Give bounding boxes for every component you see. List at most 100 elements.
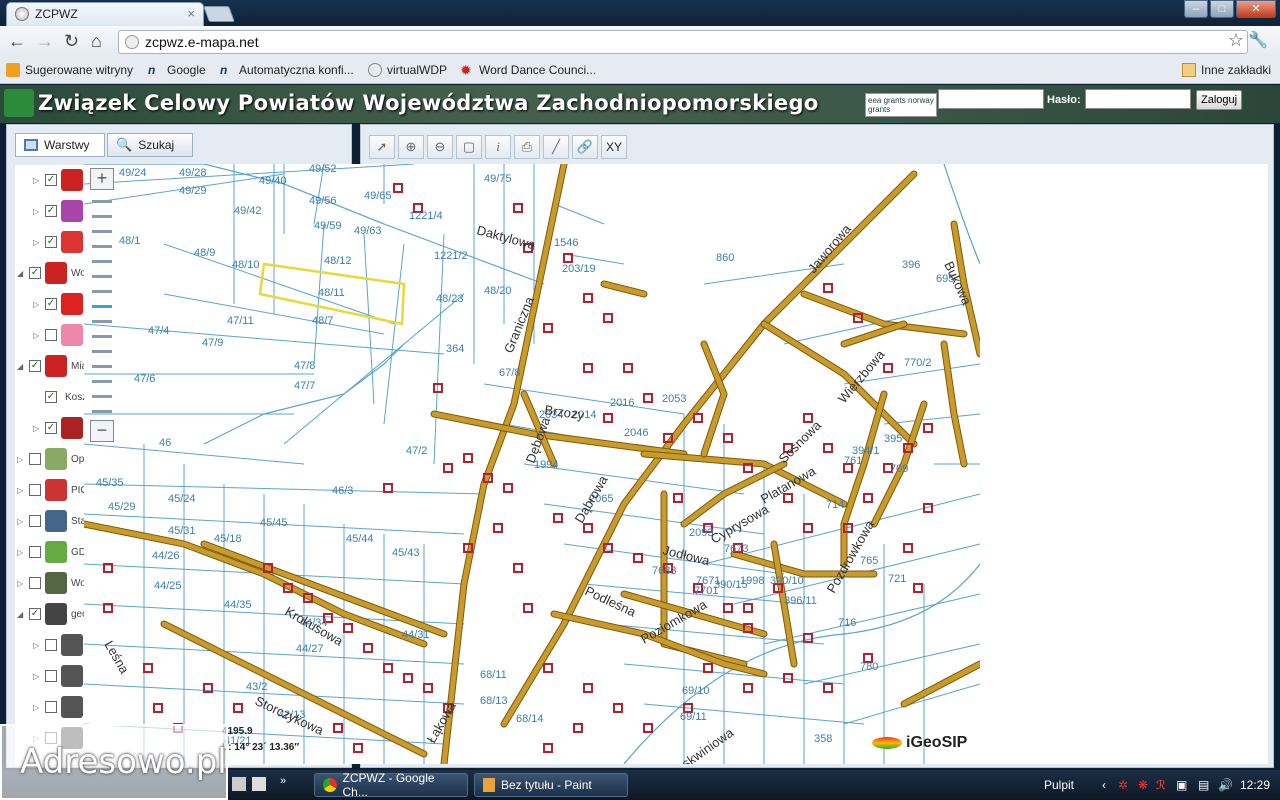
quicklaunch-icon[interactable] <box>232 777 246 791</box>
forward-icon[interactable]: → <box>36 31 54 52</box>
more-icon[interactable]: » <box>280 775 286 787</box>
layer-row[interactable]: ▷ Op <box>17 446 84 472</box>
tab-search[interactable]: 🔍 Szukaj <box>107 133 193 157</box>
task-chrome[interactable]: ZCPWZ - Google Ch... <box>314 771 468 799</box>
login-button[interactable]: Zaloguj <box>1196 90 1243 110</box>
maximize-icon[interactable]: □ <box>1210 0 1234 18</box>
zoom-slider[interactable]: + − <box>88 168 116 448</box>
layer-checkbox[interactable] <box>29 484 41 496</box>
bookmark-star-icon[interactable]: ☆ <box>1228 30 1244 51</box>
tray-expand-icon[interactable]: ‹ <box>1102 778 1106 792</box>
link-icon[interactable]: 🔗 <box>572 135 598 159</box>
tray-app-icon[interactable]: ✲ <box>1118 778 1128 792</box>
zoom-in-icon[interactable]: ⊕ <box>398 135 424 159</box>
expand-arrow-icon[interactable]: ▷ <box>33 672 41 681</box>
layer-row[interactable]: ◢ ✓ Woj <box>17 260 88 286</box>
zoom-level-tick[interactable] <box>92 290 112 293</box>
bookmark-item[interactable]: n Automatyczna konfi... <box>220 63 354 77</box>
layer-checkbox[interactable]: ✓ <box>45 174 57 186</box>
layer-row[interactable]: ▷ Sta <box>17 508 86 534</box>
select-arrow-icon[interactable]: ➚ <box>369 135 395 159</box>
bookmark-item[interactable]: virtualWDP <box>368 63 447 77</box>
collapse-arrow-icon[interactable]: ◢ <box>17 362 25 371</box>
layer-row[interactable]: ▷ Wo <box>17 570 86 596</box>
zoom-level-tick[interactable] <box>92 320 112 323</box>
zoom-level-tick[interactable] <box>92 335 112 338</box>
other-bookmarks[interactable]: Inne zakładki <box>1182 63 1271 77</box>
zoom-out-icon[interactable]: ⊖ <box>427 135 453 159</box>
zoom-level-tick[interactable] <box>92 380 112 383</box>
zoom-minus-icon[interactable]: − <box>90 420 114 442</box>
layer-checkbox[interactable] <box>29 577 41 589</box>
map-canvas[interactable]: 49/24 49/28 49/29 49/40 49/42 49/52 49/56 49/59… <box>84 164 980 764</box>
close-window-icon[interactable]: ✕ <box>1236 0 1276 18</box>
expand-arrow-icon[interactable]: ▷ <box>17 579 25 588</box>
collapse-arrow-icon[interactable]: ◢ <box>17 610 25 619</box>
layer-checkbox[interactable]: ✓ <box>45 391 57 403</box>
layer-checkbox[interactable]: ✓ <box>45 205 57 217</box>
layer-checkbox[interactable]: ✓ <box>45 422 57 434</box>
cadastral-map[interactable]: 49/24 49/28 49/29 49/40 49/42 49/52 49/56 49/59… <box>84 164 980 764</box>
tray-app-icon[interactable]: ▣ <box>1176 778 1187 792</box>
collapse-arrow-icon[interactable]: ◢ <box>17 269 25 278</box>
zoom-level-tick[interactable] <box>92 305 112 308</box>
zoom-extent-icon[interactable]: ▢ <box>456 135 482 159</box>
expand-arrow-icon[interactable]: ▷ <box>17 455 25 464</box>
close-tab-icon[interactable]: × <box>187 6 195 21</box>
clock[interactable]: 12:29 <box>1240 778 1270 792</box>
layer-checkbox[interactable] <box>45 639 57 651</box>
layer-checkbox[interactable] <box>45 670 57 682</box>
new-tab-button[interactable] <box>203 6 235 22</box>
layer-row[interactable]: ◢ ✓ Mia <box>17 353 87 379</box>
layer-checkbox[interactable] <box>29 515 41 527</box>
address-bar[interactable]: zcpwz.e-mapa.net <box>118 30 1248 54</box>
expand-arrow-icon[interactable]: ▷ <box>33 641 41 650</box>
zoom-level-tick[interactable] <box>92 365 112 368</box>
layer-checkbox[interactable]: ✓ <box>29 608 41 620</box>
layer-checkbox[interactable]: ✓ <box>29 360 41 372</box>
quicklaunch-icon[interactable] <box>252 777 266 791</box>
layer-checkbox[interactable] <box>45 701 57 713</box>
bookmark-item[interactable]: ✹ Word Dance Counci... <box>460 63 596 77</box>
zoom-level-tick[interactable] <box>92 275 112 278</box>
bookmark-item[interactable]: Sugerowane witryny <box>6 63 133 77</box>
layer-checkbox[interactable]: ✓ <box>45 236 57 248</box>
back-icon[interactable]: ← <box>8 31 26 52</box>
login-field[interactable] <box>938 89 1044 109</box>
expand-arrow-icon[interactable]: ▷ <box>33 176 41 185</box>
layer-row[interactable]: ◢ ✓ geop <box>17 601 93 627</box>
expand-arrow-icon[interactable]: ▷ <box>33 703 41 712</box>
layer-row[interactable]: ▷ PIO <box>17 477 88 503</box>
desktop-toolbar-label[interactable]: Pulpit <box>1044 778 1074 792</box>
minimize-icon[interactable]: – <box>1184 0 1208 18</box>
xy-coords-button[interactable]: XY <box>601 135 627 159</box>
zoom-level-tick[interactable] <box>92 245 112 248</box>
volume-icon[interactable]: 🔊 <box>1218 778 1233 792</box>
task-paint[interactable]: Bez tytułu - Paint <box>474 773 628 797</box>
expand-arrow-icon[interactable]: ▷ <box>33 238 41 247</box>
zoom-plus-icon[interactable]: + <box>90 168 114 190</box>
expand-arrow-icon[interactable]: ▷ <box>33 207 41 216</box>
measure-icon[interactable]: ╱ <box>543 135 569 159</box>
bookmark-item[interactable]: n Google <box>148 63 206 77</box>
zoom-level-tick[interactable] <box>92 410 112 413</box>
layer-checkbox[interactable] <box>45 329 57 341</box>
home-icon[interactable]: ⌂ <box>91 31 102 52</box>
zoom-level-tick[interactable] <box>92 260 112 263</box>
expand-arrow-icon[interactable]: ▷ <box>17 548 25 557</box>
reload-icon[interactable]: ↻ <box>64 31 79 52</box>
layer-checkbox[interactable]: ✓ <box>29 267 41 279</box>
tab-layers[interactable]: Warstwy <box>15 133 105 157</box>
layer-checkbox[interactable] <box>29 546 41 558</box>
zoom-level-tick[interactable] <box>92 350 112 353</box>
network-icon[interactable]: ▤ <box>1198 778 1209 792</box>
wrench-menu-icon[interactable]: 🔧 <box>1248 30 1268 50</box>
zoom-level-tick[interactable] <box>92 215 112 218</box>
layer-checkbox[interactable] <box>29 453 41 465</box>
layer-checkbox[interactable]: ✓ <box>45 298 57 310</box>
password-field[interactable] <box>1085 89 1191 109</box>
tray-app-icon[interactable]: ❋ <box>1138 778 1148 792</box>
info-icon[interactable]: i <box>485 135 511 159</box>
print-icon[interactable]: ⎙ <box>514 135 540 159</box>
tray-app-icon[interactable]: ℛ <box>1156 778 1166 792</box>
